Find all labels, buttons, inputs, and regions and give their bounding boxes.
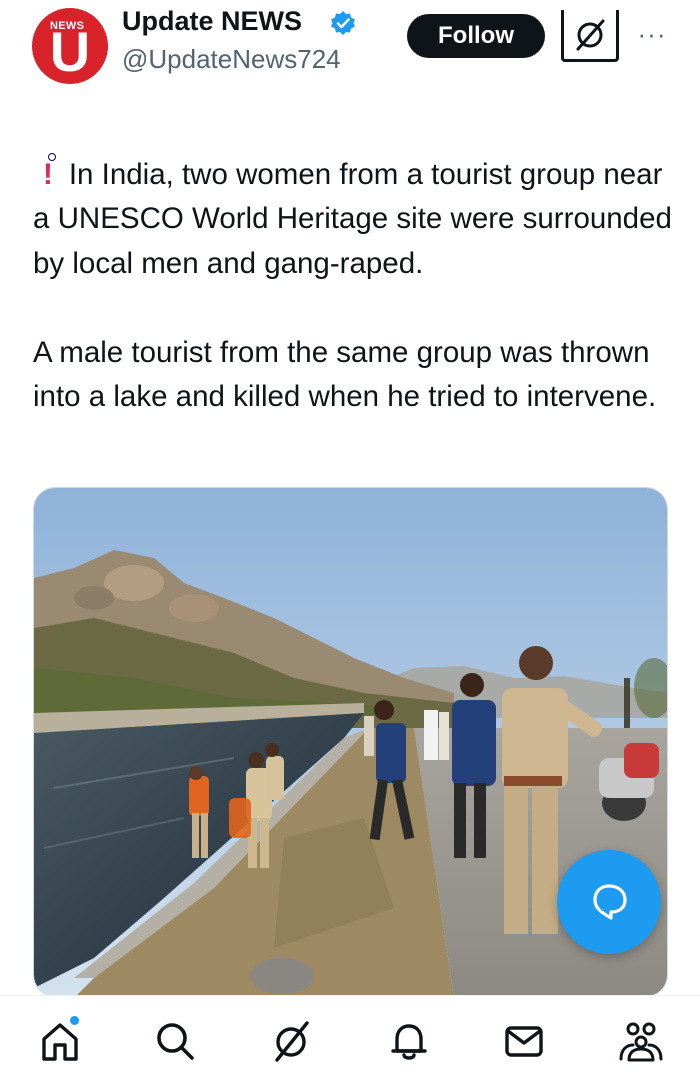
communities-icon[interactable] xyxy=(616,1016,666,1066)
tweet-header: NEWS U Update NEWS @UpdateNews724 Follow… xyxy=(0,0,700,100)
messages-icon[interactable] xyxy=(499,1016,549,1066)
follow-button[interactable]: Follow xyxy=(407,14,545,58)
notifications-icon[interactable] xyxy=(384,1016,434,1066)
more-options-icon[interactable]: ··· xyxy=(632,14,672,54)
search-icon[interactable] xyxy=(150,1016,200,1066)
bottom-navigation xyxy=(0,995,700,1074)
user-handle[interactable]: @UpdateNews724 xyxy=(122,44,341,75)
avatar-letter: U xyxy=(49,20,91,83)
display-name[interactable]: Update NEWS xyxy=(122,6,302,37)
tweet-paragraph-1 xyxy=(33,108,673,153)
india-flag-icon xyxy=(33,115,71,142)
avatar[interactable]: NEWS U xyxy=(32,8,108,84)
home-unread-dot xyxy=(68,1014,81,1027)
grok-icon[interactable] xyxy=(561,10,619,62)
tweet-paragraph-2: A male tourist from the same group was t… xyxy=(33,335,657,414)
compose-reply-button[interactable] xyxy=(557,850,661,954)
grok-nav-icon[interactable] xyxy=(266,1016,316,1066)
chat-bubble-icon xyxy=(593,884,627,920)
tweet-body: ! In India, two women from a tourist grou… xyxy=(33,108,673,420)
verified-badge-icon xyxy=(330,10,356,36)
tweet-paragraph-1-text: In India, two women from a tourist group… xyxy=(33,157,672,280)
